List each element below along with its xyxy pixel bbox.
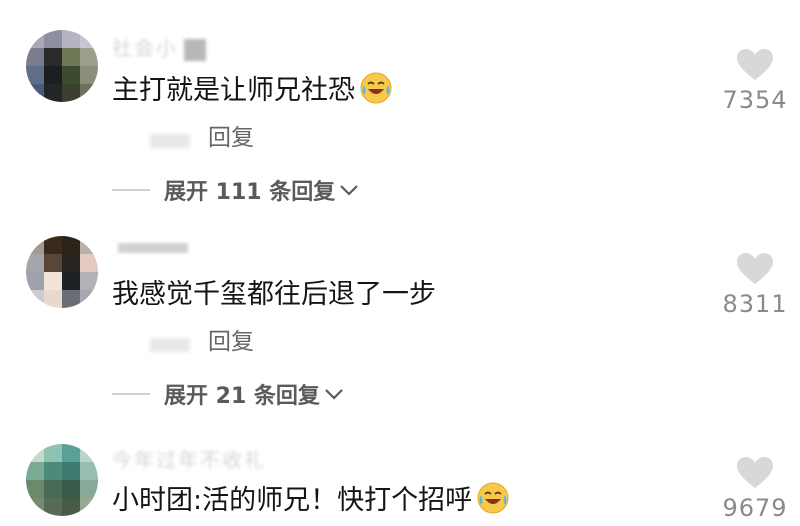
comment-text: 主打就是让师兄社恐 xyxy=(112,68,393,107)
reply-time-redaction xyxy=(150,338,190,352)
divider-dash xyxy=(112,189,150,191)
username-redaction xyxy=(118,242,188,253)
heart-icon[interactable] xyxy=(736,48,774,82)
reply-time-redaction xyxy=(150,134,190,148)
heart-icon[interactable] xyxy=(736,252,774,286)
avatar[interactable] xyxy=(26,30,98,102)
username[interactable]: 社会小 xyxy=(112,32,206,61)
chevron-down-icon xyxy=(340,185,359,196)
divider-dash xyxy=(112,393,150,395)
laugh-cry-emoji xyxy=(360,72,392,103)
avatar[interactable] xyxy=(26,444,98,516)
laugh-cry-emoji xyxy=(477,482,509,513)
username-redaction xyxy=(184,38,206,61)
comment-text: 小时团:活的师兄！快打个招呼 xyxy=(112,478,510,517)
reply-button[interactable]: 回复 xyxy=(208,118,254,152)
chevron-down-icon xyxy=(325,389,343,400)
heart-icon[interactable] xyxy=(736,456,774,490)
username[interactable] xyxy=(112,234,188,258)
comment-text: 我感觉千玺都往后退了一步 xyxy=(112,279,436,310)
like-count: 9679 xyxy=(722,494,788,522)
expand-replies-button[interactable]: 展开 21 条回复 xyxy=(112,378,344,410)
like-count: 7354 xyxy=(722,86,788,114)
username[interactable]: 今年过年不收礼 xyxy=(112,444,266,473)
expand-replies-button[interactable]: 展开 111 条回复 xyxy=(112,174,359,206)
avatar[interactable] xyxy=(26,236,98,308)
like-count: 8311 xyxy=(722,290,788,318)
reply-button[interactable]: 回复 xyxy=(208,322,254,356)
